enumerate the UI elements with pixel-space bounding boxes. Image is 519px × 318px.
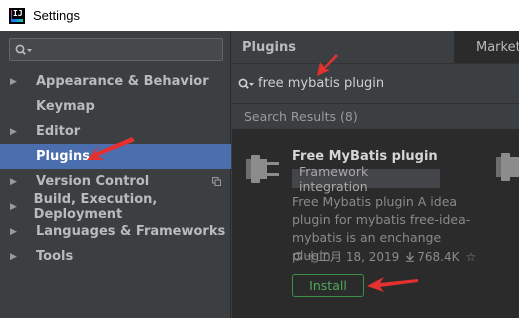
search-icon: [238, 78, 254, 89]
sidebar-item-build[interactable]: ▶ Build, Execution, Deployment: [0, 191, 231, 222]
plugins-header: Plugins Market: [232, 31, 519, 63]
install-button[interactable]: Install: [292, 274, 364, 297]
download-icon: [406, 252, 415, 262]
settings-tree: ▶ Appearance & Behavior Keymap ▶ Editor …: [0, 69, 231, 269]
sidebar-item-label: Build, Execution, Deployment: [33, 191, 158, 222]
expand-arrow-icon[interactable]: ▶: [0, 227, 36, 237]
settings-search-input[interactable]: [9, 38, 223, 61]
intellij-logo-icon: IJ: [9, 7, 25, 24]
sidebar-item-label: Version Control: [36, 174, 150, 189]
plugin-result-card[interactable]: Free MyBatis plugin Framework integratio…: [232, 129, 519, 318]
rating-star-icon: ☆: [465, 249, 477, 264]
sidebar-item-label: Editor: [36, 124, 81, 139]
sidebar-item-keymap[interactable]: Keymap: [0, 94, 231, 119]
search-icon: [15, 44, 32, 55]
sidebar-item-editor[interactable]: ▶ Editor: [0, 119, 231, 144]
window-title: Settings: [33, 8, 80, 23]
expand-arrow-icon[interactable]: ▶: [0, 202, 34, 212]
sidebar-item-version-control[interactable]: ▶ Version Control: [0, 169, 231, 194]
search-results-label: Search Results (8): [232, 103, 519, 129]
sidebar-item-tools[interactable]: ▶ Tools: [0, 244, 231, 269]
title-bar: IJ Settings: [0, 0, 519, 31]
sidebar-item-label: Keymap: [36, 99, 95, 114]
plugin-plug-icon: [496, 153, 519, 181]
plugin-category-tag: Framework integration: [292, 164, 440, 194]
sidebar-item-appearance[interactable]: ▶ Appearance & Behavior: [0, 69, 231, 94]
sidebar-item-label: Tools: [36, 249, 74, 264]
expand-arrow-icon[interactable]: ▶: [0, 177, 36, 187]
expand-arrow-icon[interactable]: ▶: [0, 127, 36, 137]
plugin-search-input[interactable]: free mybatis plugin: [232, 63, 519, 103]
plugin-search-query: free mybatis plugin: [258, 76, 385, 91]
plugin-plug-icon: [246, 155, 279, 183]
sidebar-item-plugins[interactable]: Plugins: [0, 144, 231, 169]
plugin-date: 十二月 18, 2019: [306, 250, 400, 264]
sidebar-item-label: Appearance & Behavior: [36, 74, 209, 89]
expand-arrow-icon[interactable]: ▶: [0, 77, 36, 87]
sidebar-item-label: Languages & Frameworks: [36, 224, 226, 239]
settings-sidebar: ▶ Appearance & Behavior Keymap ▶ Editor …: [0, 31, 231, 318]
sidebar-item-label: Plugins: [36, 149, 90, 164]
plugin-meta: 十二月 18, 2019 768.4K ☆: [292, 248, 482, 265]
plugin-name[interactable]: Free MyBatis plugin: [292, 149, 438, 164]
expand-arrow-icon[interactable]: ▶: [0, 252, 36, 262]
sidebar-item-languages[interactable]: ▶ Languages & Frameworks: [0, 219, 231, 244]
plugin-downloads: 768.4K: [417, 249, 460, 264]
refresh-icon: [293, 251, 302, 261]
project-settings-icon: [212, 177, 221, 186]
plugins-panel: Plugins Market free mybatis plugin Searc…: [232, 31, 519, 318]
tab-marketplace[interactable]: Market: [454, 31, 519, 63]
page-title: Plugins: [242, 39, 296, 55]
